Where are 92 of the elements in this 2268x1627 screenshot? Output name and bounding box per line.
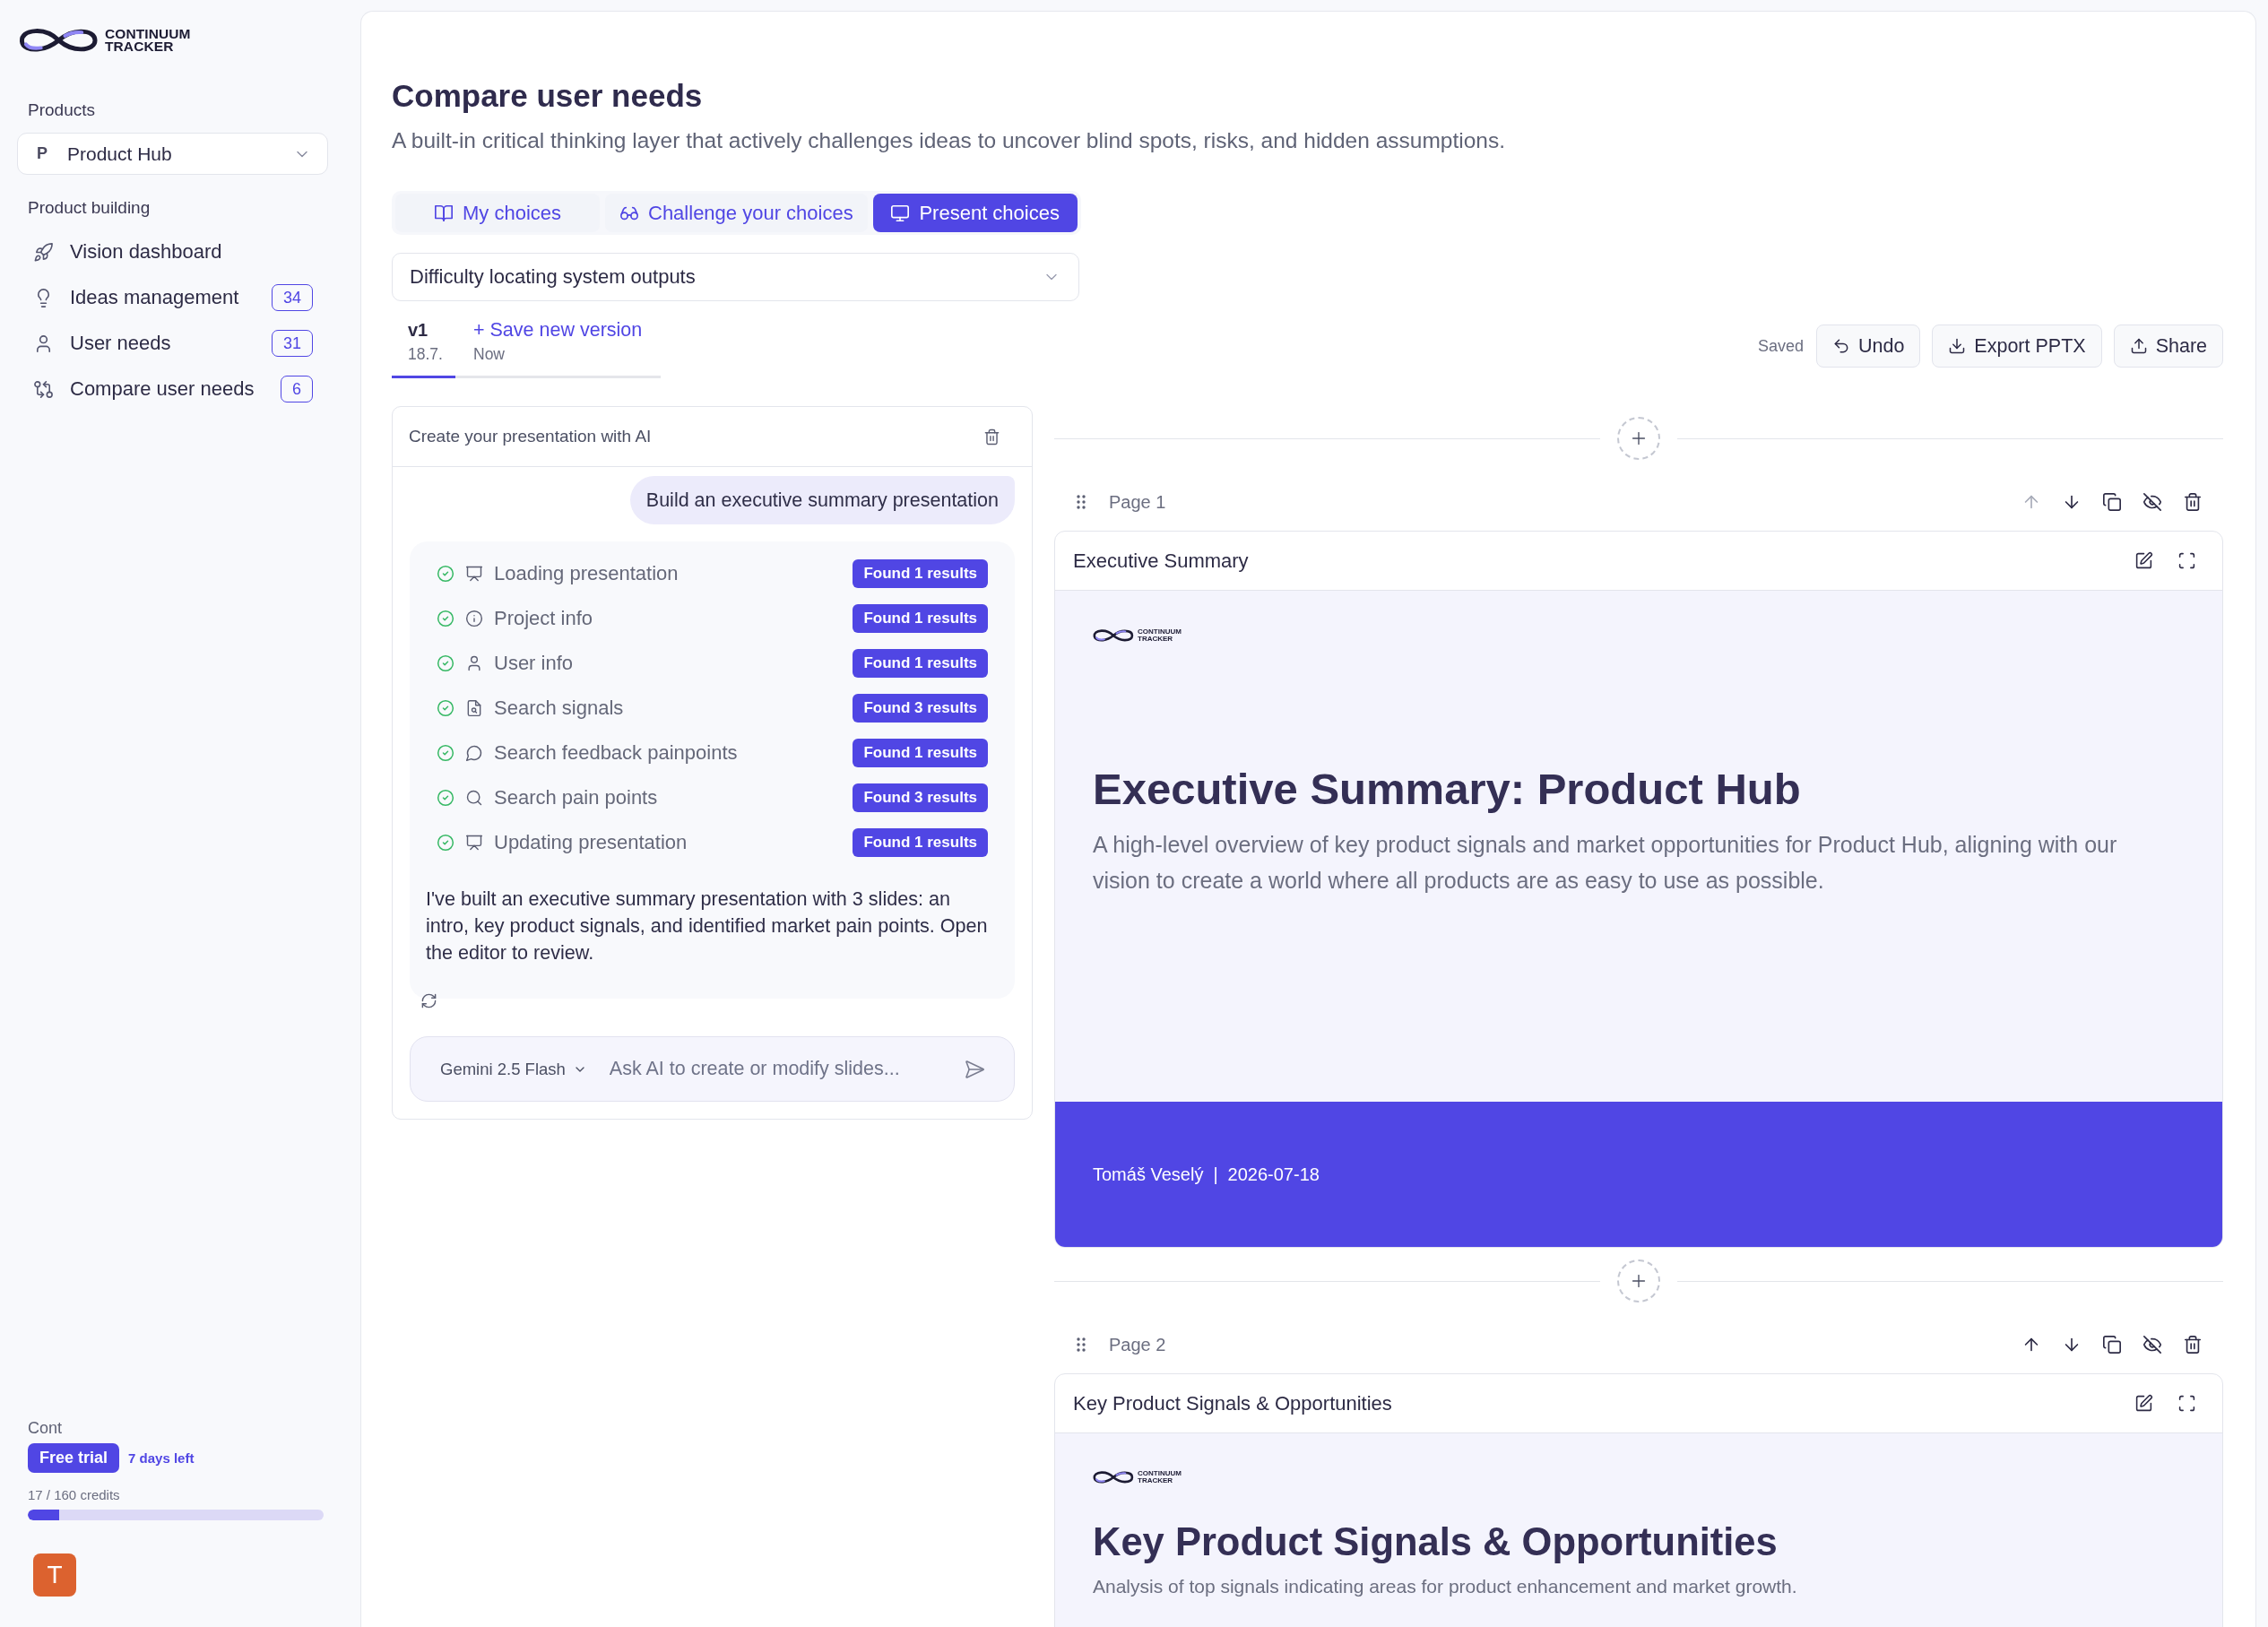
reply-text: I've built an executive summary presentation with 3 slides: an intro, key product signals, and identified market pain points. Open the editor to review. [426,887,989,965]
logo-text: CONTINUUM TRACKER [105,28,191,53]
tab[interactable]: My choices [395,194,600,232]
user-message: Build an executive summary presentation [629,476,1015,524]
result-badge: Found 1 results [853,828,988,857]
drag-handle-icon[interactable] [1077,495,1086,509]
speech-bubble-icon [465,744,483,762]
copy-icon[interactable] [2102,492,2122,512]
trash-icon[interactable] [983,428,1000,446]
result-badge: Found 1 results [853,649,988,678]
step-label: Search pain points [494,786,659,809]
step-label: Project info [494,607,594,630]
user-avatar[interactable]: T [33,1553,76,1597]
user-need-select[interactable]: Difficulty locating system outputs [392,253,1079,301]
result-badge: Found 3 results [853,694,988,723]
file-search-icon [465,699,483,717]
fullscreen-icon[interactable] [2177,1394,2196,1414]
version-tab[interactable]: v1 18.7. [392,314,455,378]
nav-item[interactable]: Compare user needs 6 [17,369,328,409]
step-label: User info [494,652,575,675]
result-badge: Found 1 results [853,559,988,588]
presentation-icon [465,565,483,583]
book-icon [433,203,454,223]
slide-title: Key Product Signals & Opportunities [1073,1391,1393,1415]
result-badge: Found 3 results [853,783,988,812]
panel-title: Create your presentation with AI [409,427,652,446]
result-badge: Found 1 results [853,604,988,633]
presentation-icon [465,834,483,852]
trial-badge: Free trial [28,1443,120,1473]
count-badge: 6 [281,376,313,402]
page-label: Page 1 [1109,491,1166,513]
slide-heading: Key Product Signals & Opportunities [1093,1519,1779,1566]
product-initial: P [37,144,48,163]
nav-item[interactable]: User needs 31 [17,324,328,363]
nav-item[interactable]: Ideas management 34 [17,278,328,317]
tab[interactable]: Challenge your choices [605,194,868,232]
save-status: Saved [1757,336,1804,356]
infinity-logo-icon [1093,627,1134,643]
info-icon [465,610,483,627]
slide-heading: Executive Summary: Product Hub [1093,764,1802,815]
page-title: Compare user needs [392,77,704,115]
step-label: Loading presentation [494,562,680,585]
export-button[interactable]: Export PPTX [1932,325,2102,368]
tab[interactable]: Present choices [872,194,1078,232]
trash-icon[interactable] [2183,492,2203,512]
model-select[interactable]: Gemini 2.5 Flash [440,1059,587,1079]
step-label: Search signals [494,697,625,720]
credits-text: 17 / 160 credits [28,1487,121,1503]
section-label: Product building [27,198,151,218]
fullscreen-icon[interactable] [2177,551,2196,570]
step-label: Search feedback painpoints [494,741,739,765]
logo-text: CONTINUUM TRACKER [1138,627,1182,643]
eye-off-icon[interactable] [2142,1335,2162,1355]
prompt-input[interactable]: Ask AI to create or modify slides... [609,1058,964,1080]
footer-separator: | [1213,1164,1218,1185]
slide-description: Analysis of top signals indicating areas for product enhancement and market growth. [1093,1575,1798,1599]
download-icon [1948,337,1967,355]
upload-icon [2129,337,2148,355]
user-icon [465,654,483,672]
logo-text: CONTINUUM TRACKER [1138,1469,1182,1484]
refresh-icon[interactable] [420,992,437,1009]
days-left-text: 7 days left [128,1450,195,1466]
monitor-icon [890,203,911,223]
edit-icon[interactable] [2134,1394,2153,1414]
plan-label: Cont [28,1418,64,1438]
page-label: Page 2 [1109,1334,1166,1355]
version-tab[interactable]: + Save new version Now [455,314,661,378]
infinity-logo-icon [1093,1469,1134,1484]
compare-arrows-icon [33,378,54,400]
drag-handle-icon[interactable] [1077,1337,1086,1353]
search-icon [465,789,483,807]
count-badge: 31 [271,330,313,357]
copy-icon[interactable] [2102,1335,2122,1355]
product-select[interactable]: P Product Hub [17,133,328,175]
slide-title: Executive Summary [1073,549,1250,573]
slide-date: 2026-07-18 [1227,1164,1320,1185]
eye-off-icon[interactable] [2142,492,2162,512]
trash-icon[interactable] [2183,1335,2203,1355]
share-button[interactable]: Share [2113,325,2223,368]
send-icon[interactable] [964,1058,985,1080]
edit-icon[interactable] [2134,551,2153,570]
page-subtitle: A built-in critical thinking layer that actively challenges ideas to uncover blind spots, risks, and hidden assumptions. [392,127,1506,154]
slide-author: Tomáš Veselý [1093,1164,1204,1185]
step-label: Updating presentation [494,831,688,854]
undo-button[interactable]: Undo [1815,325,1921,368]
infinity-logo-icon [19,27,99,54]
slide-description: A high-level overview of key product signals and market opportunities for Product Hub, aligning with our vision to create a world where all products are as easy to use as possible. [1093,831,2118,895]
rocket-icon [33,241,54,263]
result-badge: Found 1 results [853,739,988,767]
section-label: Products [27,100,96,120]
nav-item[interactable]: Vision dashboard [17,232,328,272]
count-badge: 34 [271,284,313,311]
